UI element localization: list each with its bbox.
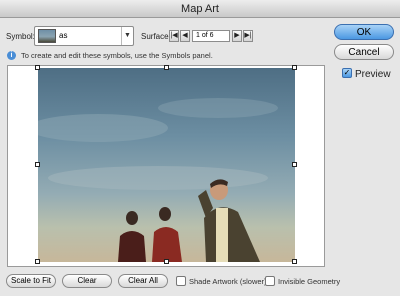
cancel-button[interactable]: Cancel [334,44,394,60]
symbol-thumbnail [38,29,56,43]
surface-label: Surface: [141,32,171,41]
preview-label: Preview [355,69,391,80]
ok-button[interactable]: OK [334,24,394,40]
shade-artwork-label: Shade Artwork (slower) [189,277,267,286]
prev-surface-button[interactable]: ◀ [180,30,190,42]
photo-scene [38,98,278,262]
selection-handle[interactable] [35,259,40,264]
selection-handle[interactable] [35,65,40,70]
surface-field[interactable]: 1 of 6 [192,30,230,42]
selection-handle[interactable] [35,162,40,167]
symbol-value: as [59,31,68,40]
chevron-down-icon[interactable]: ▼ [121,27,133,45]
symbol-dropdown[interactable]: as ▼ [34,26,134,46]
clear-button[interactable]: Clear [62,274,112,288]
info-icon: i [7,51,16,60]
scale-to-fit-button[interactable]: Scale to Fit [6,274,56,288]
invisible-geometry-checkbox[interactable] [265,276,275,286]
selection-handle[interactable] [292,259,297,264]
first-surface-button[interactable]: |◀ [169,30,179,42]
invisible-geometry-label: Invisible Geometry [278,277,341,286]
window-title: Map Art [0,0,400,18]
preview-checkbox[interactable]: ✓ [342,68,352,78]
artwork-image[interactable] [38,68,295,262]
info-text: To create and edit these symbols, use th… [21,51,213,60]
shade-artwork-checkbox[interactable] [176,276,186,286]
last-surface-button[interactable]: ▶| [243,30,253,42]
clear-all-button[interactable]: Clear All [118,274,168,288]
symbol-label: Symbol: [6,32,35,41]
selection-handle[interactable] [164,65,169,70]
selection-handle[interactable] [164,259,169,264]
next-surface-button[interactable]: ▶ [232,30,242,42]
selection-handle[interactable] [292,162,297,167]
selection-handle[interactable] [292,65,297,70]
